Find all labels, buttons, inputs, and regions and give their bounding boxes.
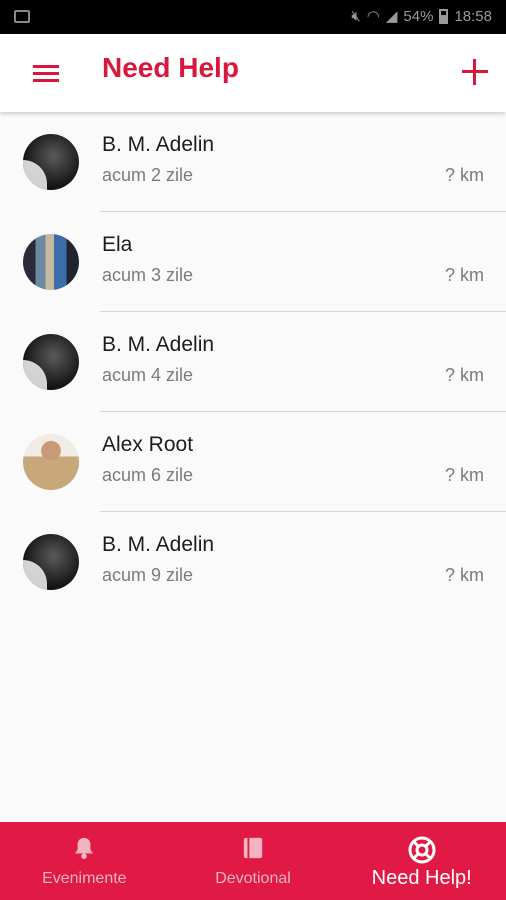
item-time: acum 4 zile (102, 365, 194, 385)
item-name: B. M. Adelin (102, 333, 215, 356)
app-bar: Need Help (0, 34, 506, 112)
bottom-navigation: Evenimente Devotional Need Help! (0, 822, 506, 900)
item-name: B. M. Adelin (102, 133, 215, 156)
item-distance: ? km (444, 565, 484, 585)
status-icons: 🔇︎ ◠ ◢ 54% 18:58 (351, 7, 492, 26)
avatar (23, 534, 79, 590)
tab-need-help[interactable]: Need Help! (337, 822, 506, 900)
item-time: acum 2 zile (102, 165, 194, 185)
gallery-notification-icon (14, 10, 30, 23)
item-name: B. M. Adelin (102, 533, 215, 556)
item-distance: ? km (444, 365, 484, 385)
item-distance: ? km (444, 165, 484, 185)
item-time: acum 9 zile (102, 565, 194, 585)
menu-icon[interactable] (33, 65, 59, 83)
avatar (23, 434, 79, 490)
mute-icon: 🔇︎ (351, 7, 361, 25)
book-icon (243, 837, 263, 859)
lifebuoy-icon (408, 836, 436, 864)
item-name: Ela (102, 233, 133, 256)
help-request-list: B. M. Adelin acum 2 zile ? km Ela acum 3… (0, 112, 506, 612)
list-item[interactable]: Ela acum 3 zile ? km (0, 212, 506, 312)
bell-icon (75, 837, 94, 859)
avatar (23, 234, 79, 290)
list-item[interactable]: B. M. Adelin acum 9 zile ? km (0, 512, 506, 612)
battery-icon (439, 8, 449, 24)
list-item[interactable]: B. M. Adelin acum 2 zile ? km (0, 112, 506, 212)
tab-label: Need Help! (371, 867, 472, 889)
item-time: acum 3 zile (102, 265, 194, 285)
tab-label: Evenimente (42, 870, 127, 887)
item-time: acum 6 zile (102, 465, 194, 485)
clock: 18:58 (454, 7, 492, 25)
tab-evenimente[interactable]: Evenimente (0, 822, 169, 900)
tab-devotional[interactable]: Devotional (169, 822, 338, 900)
add-icon[interactable] (462, 59, 488, 85)
item-name: Alex Root (102, 433, 194, 456)
battery-percent: 54% (403, 7, 434, 25)
avatar (23, 334, 79, 390)
wifi-icon: ◠ (366, 8, 380, 25)
list-item[interactable]: Alex Root acum 6 zile ? km (0, 412, 506, 512)
page-title: Need Help (102, 52, 239, 83)
avatar (23, 134, 79, 190)
item-distance: ? km (444, 465, 484, 485)
list-item[interactable]: B. M. Adelin acum 4 zile ? km (0, 312, 506, 412)
item-distance: ? km (444, 265, 484, 285)
status-bar: 🔇︎ ◠ ◢ 54% 18:58 (0, 0, 506, 34)
tab-label: Devotional (215, 870, 291, 887)
signal-icon: ◢ (385, 8, 398, 25)
